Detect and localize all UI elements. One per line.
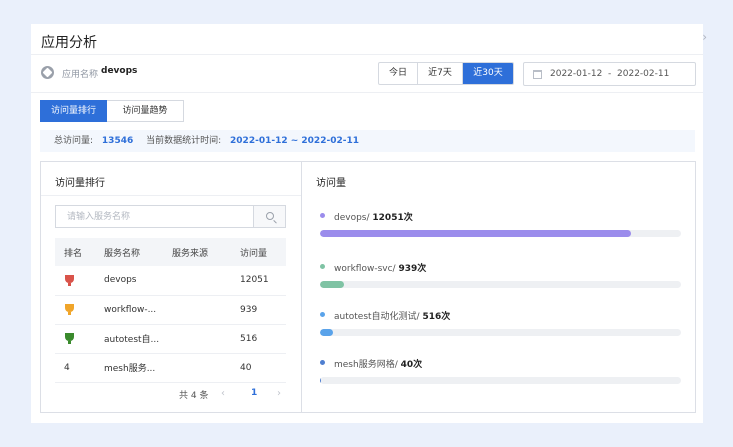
time-range-group: 今日 近7天 近30天 [378, 62, 514, 85]
bar-track [320, 377, 681, 384]
date-end: 2022-02-11 [617, 69, 670, 79]
app-analysis-panel: 应用分析 › 应用名称 devops 今日 近7天 近30天 2022-01-1… [31, 24, 707, 423]
close-icon[interactable]: › [702, 30, 707, 44]
toolbar-divider [31, 92, 703, 93]
search-button[interactable] [253, 205, 286, 228]
service-source-cell [163, 324, 231, 354]
visits-chart-title: 访问量 [316, 178, 346, 189]
date-range-picker[interactable]: 2022-01-12 - 2022-02-11 [523, 62, 696, 86]
rank-cell: 4 [55, 353, 95, 383]
visits-cell: 939 [231, 295, 286, 325]
col-service-name: 服务名称 [95, 238, 163, 266]
service-name-cell: devops [95, 266, 163, 296]
bar-count: 516次 [422, 312, 451, 322]
section-divider [301, 162, 302, 412]
total-visits-label: 总访问量: [54, 136, 94, 146]
visits-bar-item: mesh服务网格/ 40次 [320, 357, 681, 384]
range-today-button[interactable]: 今日 [379, 63, 418, 84]
service-name-cell: mesh服务... [95, 353, 163, 383]
table-header-row: 排名 服务名称 服务来源 访问量 [55, 238, 286, 266]
service-source-cell [163, 266, 231, 296]
bar-name: mesh服务网格/ [334, 360, 398, 370]
series-dot-icon [320, 360, 325, 365]
col-visits: 访问量 [231, 238, 286, 266]
bar-name: devops/ [334, 213, 370, 223]
visits-cell: 516 [231, 324, 286, 354]
visits-cell: 12051 [231, 266, 286, 296]
service-search-input[interactable] [55, 205, 253, 228]
app-cube-icon [41, 66, 54, 79]
service-source-cell [163, 295, 231, 325]
bar-count: 40次 [400, 360, 423, 370]
visits-cell: 40 [231, 353, 286, 383]
bar-fill [320, 377, 322, 384]
table-row[interactable]: autotest自... 516 [55, 324, 286, 354]
summary-bar: 总访问量: 13546 当前数据统计时间: 2022-01-12 ~ 2022-… [40, 130, 695, 152]
date-start: 2022-01-12 [550, 69, 603, 79]
visits-bar-item: devops/ 12051次 [320, 210, 681, 237]
tab-visit-ranking[interactable]: 访问量排行 [40, 100, 107, 122]
prev-page-button[interactable]: ‹ [221, 388, 225, 399]
visits-bar-item: autotest自动化测试/ 516次 [320, 309, 681, 336]
page-title: 应用分析 [41, 35, 97, 51]
tab-visit-trend[interactable]: 访问量趋势 [107, 100, 184, 122]
header-divider [31, 54, 703, 55]
table-row[interactable]: 4 mesh服务... 40 [55, 353, 286, 383]
ranking-title-divider [41, 195, 301, 196]
table-row[interactable]: devops 12051 [55, 266, 286, 296]
rank-cell [55, 295, 95, 325]
table-row[interactable]: workflow-... 939 [55, 295, 286, 325]
trophy-gold-icon [65, 274, 74, 286]
ranking-table: 排名 服务名称 服务来源 访问量 devops 12051 workflow-.… [55, 238, 286, 383]
bar-count: 939次 [398, 264, 427, 274]
bar-count: 12051次 [372, 213, 413, 223]
stat-period-value: 2022-01-12 ~ 2022-02-11 [230, 136, 359, 146]
service-source-cell [163, 353, 231, 383]
pager-total: 共 4 条 [179, 391, 209, 401]
calendar-icon [533, 70, 542, 79]
service-name-cell: autotest自... [95, 324, 163, 354]
ranking-title: 访问量排行 [55, 178, 105, 189]
range-7d-button[interactable]: 近7天 [418, 63, 463, 84]
app-name-label: 应用名称 [62, 70, 99, 80]
visits-bar-item: workflow-svc/ 939次 [320, 261, 681, 288]
stat-period-label: 当前数据统计时间: [146, 136, 222, 146]
bar-track [320, 281, 681, 288]
search-icon [266, 212, 274, 220]
series-dot-icon [320, 264, 325, 269]
series-dot-icon [320, 213, 325, 218]
series-dot-icon [320, 312, 325, 317]
col-rank: 排名 [55, 238, 95, 266]
rank-cell [55, 266, 95, 296]
bar-name: workflow-svc/ [334, 264, 396, 274]
range-30d-button[interactable]: 近30天 [463, 63, 513, 84]
bar-fill [320, 329, 334, 336]
total-visits-value: 13546 [101, 136, 134, 146]
bar-name: autotest自动化测试/ [334, 312, 420, 322]
bar-fill [320, 281, 345, 288]
bar-track [320, 329, 681, 336]
date-separator: - [608, 69, 612, 79]
bar-track [320, 230, 681, 237]
date-range-text: 2022-01-12 - 2022-02-11 [550, 69, 669, 79]
page-number-button[interactable]: 1 [251, 388, 257, 398]
bar-fill [320, 230, 631, 237]
view-tabs: 访问量排行 访问量趋势 [40, 100, 184, 122]
trophy-silver-icon [65, 304, 74, 315]
trophy-bronze-icon [65, 333, 74, 344]
service-name-cell: workflow-... [95, 295, 163, 325]
rank-cell [55, 324, 95, 354]
app-name-value: devops [101, 66, 138, 76]
next-page-button[interactable]: › [277, 388, 281, 399]
content-box: 访问量排行 排名 服务名称 服务来源 访问量 devops 12051 [40, 161, 696, 413]
col-service-source: 服务来源 [163, 238, 231, 266]
